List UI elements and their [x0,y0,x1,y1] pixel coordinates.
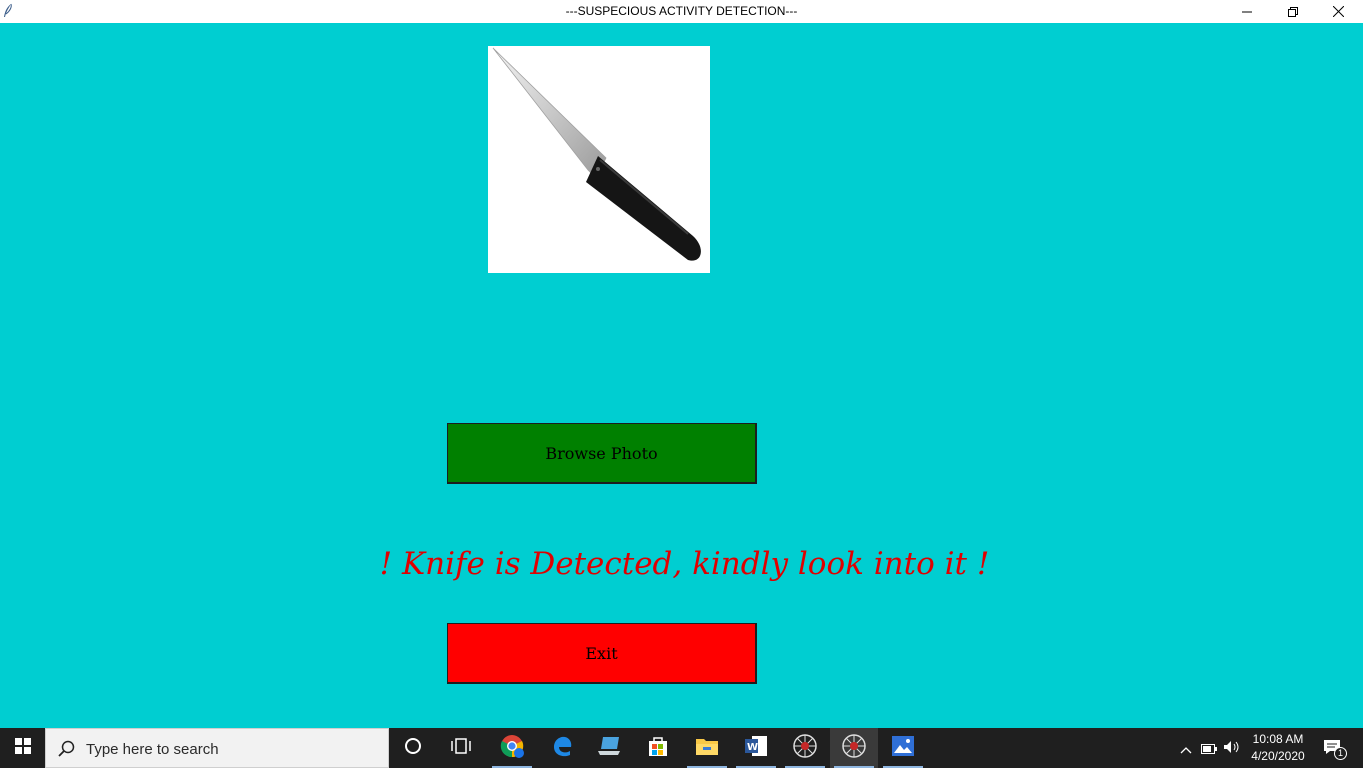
restore-icon [1288,6,1298,17]
word-icon: W [744,735,768,761]
task-view-button[interactable] [437,728,485,768]
show-hidden-icons-button[interactable] [1175,728,1197,768]
taskbar-app-spider-2[interactable] [830,728,878,768]
taskbar-app-file-explorer[interactable] [683,728,731,768]
minimize-icon [1242,7,1252,17]
restore-button[interactable] [1270,0,1316,23]
taskbar-clock[interactable]: 10:08 AM 4/20/2020 [1240,731,1316,765]
spider-app-icon [792,733,818,763]
taskbar-app-word[interactable]: W [732,728,780,768]
photos-icon [891,735,915,761]
close-icon [1332,6,1344,17]
notification-count-badge: 1 [1334,747,1347,760]
notification-icon: 1 [1323,739,1347,760]
edge-icon [551,735,573,761]
search-placeholder: Type here to search [86,741,219,758]
start-button[interactable] [0,728,45,768]
spider-app-icon [841,733,867,763]
battery-button[interactable] [1199,728,1219,768]
taskbar: Type here to search W 10:08 AM 4/20/2020… [0,728,1363,768]
svg-text:W: W [747,742,758,753]
file-explorer-icon [695,736,719,760]
cortana-button[interactable] [389,728,437,768]
clock-time: 10:08 AM [1252,732,1304,746]
cortana-icon [404,737,422,759]
exit-button[interactable]: Exit [447,623,757,684]
clock-date: 4/20/2020 [1251,749,1305,763]
taskbar-search-box[interactable]: Type here to search [45,728,389,768]
title-bar: ---SUSPECIOUS ACTIVITY DETECTION--- [0,0,1363,23]
taskbar-app-chrome[interactable] [488,728,536,768]
knife-image [492,47,701,261]
volume-icon [1223,739,1241,758]
laptop-icon [597,735,623,761]
task-view-icon [451,737,471,759]
store-icon [647,735,669,761]
chevron-up-icon [1180,739,1192,758]
window-title: ---SUSPECIOUS ACTIVITY DETECTION--- [565,4,798,18]
search-icon [58,740,76,762]
close-button[interactable] [1315,0,1361,23]
photo-preview [488,46,710,273]
detection-alert: ! Knife is Detected, kindly look into it… [379,546,990,582]
taskbar-app-store[interactable] [634,728,682,768]
windows-icon [14,738,31,758]
taskbar-app-edge[interactable] [538,728,586,768]
minimize-button[interactable] [1224,0,1270,23]
notification-center-button[interactable]: 1 [1318,728,1348,768]
taskbar-app-photos[interactable] [879,728,927,768]
chrome-icon [499,733,525,763]
taskbar-app-spider-1[interactable] [781,728,829,768]
taskbar-app-laptop[interactable] [586,728,634,768]
battery-icon [1201,739,1217,758]
browse-photo-button[interactable]: Browse Photo [447,423,757,484]
